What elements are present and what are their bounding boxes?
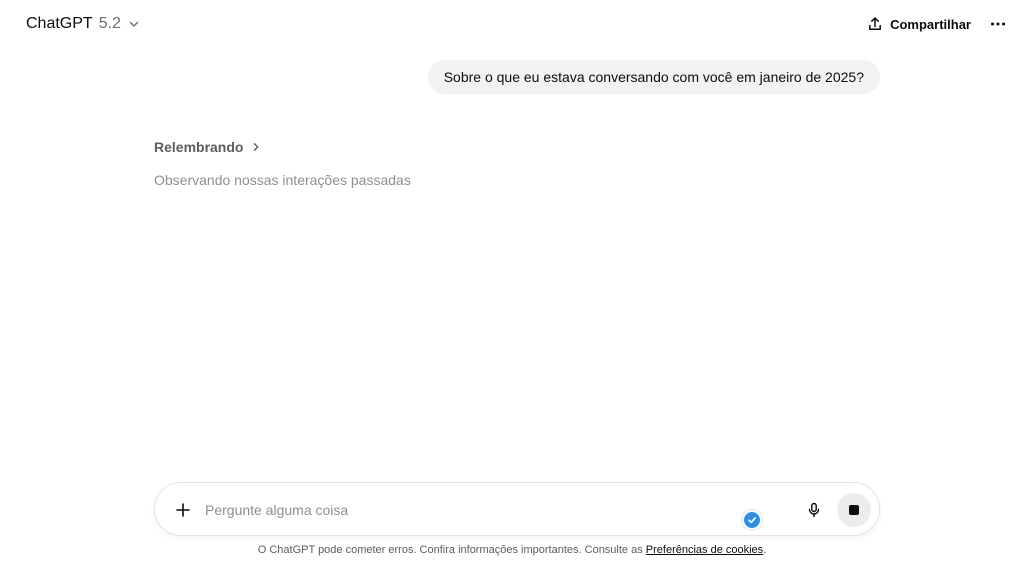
model-version: 5.2 — [98, 15, 121, 32]
chat-app: ChatGPT 5.2 Compartilhar Sobre o que eu … — [0, 0, 1024, 562]
user-message-bubble: Sobre o que eu estava conversando com vo… — [427, 60, 880, 94]
dictate-button[interactable] — [800, 496, 828, 524]
thinking-label: Relembrando — [154, 139, 244, 155]
plus-icon — [175, 502, 191, 518]
disclaimer: O ChatGPT pode cometer erros. Confira in… — [0, 544, 1024, 556]
chevron-right-icon — [251, 142, 261, 152]
stop-icon — [849, 505, 859, 515]
share-label: Compartilhar — [890, 16, 971, 32]
chevron-down-icon — [128, 18, 140, 30]
share-icon — [867, 16, 883, 32]
disclaimer-text: O ChatGPT pode cometer erros. Confira in… — [257, 544, 646, 556]
more-horizontal-icon — [989, 15, 1007, 33]
thinking-toggle[interactable]: Relembrando — [154, 137, 261, 157]
user-message-text: Sobre o que eu estava conversando com vo… — [443, 69, 864, 85]
add-attachment-button[interactable] — [169, 496, 197, 524]
microphone-icon — [806, 502, 822, 518]
check-icon — [747, 515, 757, 525]
stop-generating-button[interactable] — [837, 493, 871, 527]
prompt-input[interactable] — [205, 497, 725, 523]
share-button[interactable]: Compartilhar — [858, 10, 980, 38]
model-name: ChatGPT — [26, 15, 93, 32]
check-badge — [742, 510, 762, 530]
more-options-button[interactable] — [984, 10, 1012, 38]
composer — [154, 482, 880, 536]
disclaimer-end: . — [763, 544, 767, 556]
cookie-preferences-link[interactable]: Preferências de cookies — [646, 544, 763, 556]
header: ChatGPT 5.2 Compartilhar — [0, 0, 1024, 48]
thinking-detail: Observando nossas interações passadas — [154, 172, 411, 188]
model-switcher-button[interactable]: ChatGPT 5.2 — [18, 10, 148, 38]
